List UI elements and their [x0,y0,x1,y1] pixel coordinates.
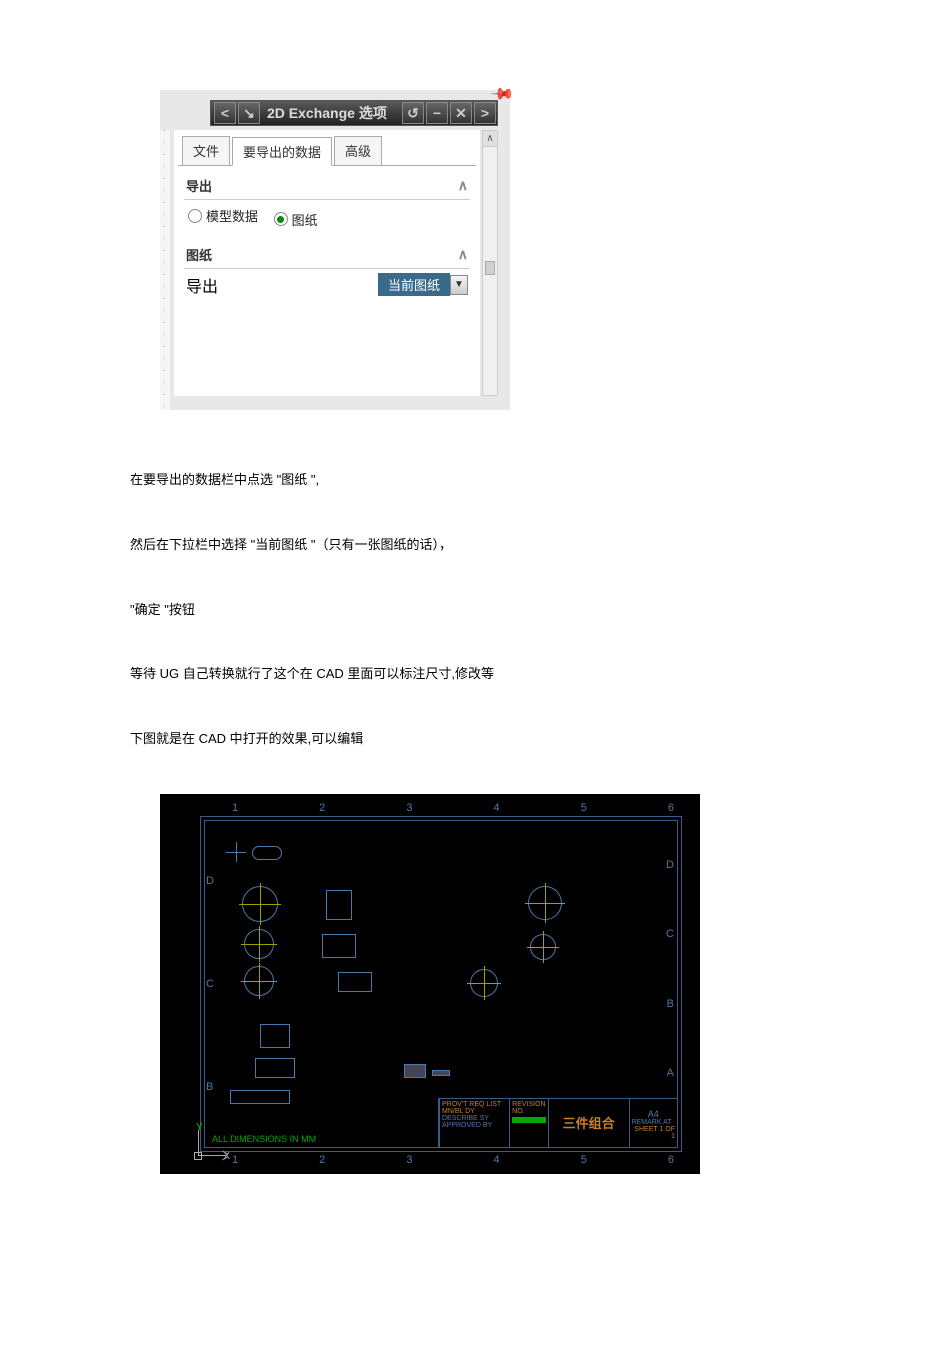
cad-part [244,966,274,996]
nav-dropdown-button[interactable]: ↘ [238,102,260,124]
cad-part [255,1058,295,1078]
title-block: PROV'T REQ LIST MN/BL DY DESCRIBE SY APP… [438,1098,678,1148]
cad-part [338,972,372,992]
paragraph-1: 在要导出的数据栏中点选 "图纸 ", [130,470,820,491]
cad-part [242,886,278,922]
drawing-title-chinese: 三件组合 [548,1099,629,1147]
scroll-up-icon[interactable]: ∧ [483,131,497,147]
close-button[interactable]: ✕ [450,102,472,124]
dialog-screenshot: 📌 < ↘ 2D Exchange 选项 ↺ − ✕ > ∧ 文件 要导出的数据… [160,90,510,410]
cad-part [528,886,562,920]
tab-file[interactable]: 文件 [182,136,230,165]
ruler-left [160,130,170,410]
cad-part [432,1070,450,1076]
radio-model-data-label: 模型数据 [206,206,258,225]
minimize-button[interactable]: − [426,102,448,124]
col-labels-bottom: 123456 [232,1154,674,1166]
radio-icon-selected [274,212,288,226]
paragraph-4: 等待 UG 自己转换就行了这个在 CAD 里面可以标注尺寸,修改等 [130,664,820,685]
cad-part [230,1090,290,1104]
cad-part [404,1064,426,1078]
col-labels-top: 123456 [232,802,674,814]
cad-screenshot: 123456 123456 DCB DCBA PROV'T REQ LIST M… [160,794,700,1174]
ucs-icon: Y X [188,1122,230,1164]
dialog-titlebar: < ↘ 2D Exchange 选项 ↺ − ✕ > [210,100,498,126]
radio-drawing[interactable]: 图纸 [274,210,318,229]
chevron-up-icon[interactable]: ∧ [458,177,468,194]
crosshair-icon [226,842,246,862]
green-bar [512,1117,545,1123]
cad-part [322,934,356,958]
dialog-title: 2D Exchange 选项 [261,103,401,123]
tab-export-data[interactable]: 要导出的数据 [232,137,332,166]
chevron-down-icon[interactable]: ▼ [450,275,468,295]
cad-part [244,929,274,959]
tabs: 文件 要导出的数据 高级 [178,134,476,166]
radio-icon [188,209,202,223]
cad-part [260,1024,290,1048]
section-export-title: 导出 [186,176,212,195]
radio-model-data[interactable]: 模型数据 [188,206,258,225]
nav-next-button[interactable]: > [474,102,496,124]
dropdown-value: 当前图纸 [378,273,450,296]
sheet-dropdown[interactable]: 当前图纸 ▼ [378,273,468,296]
undo-button[interactable]: ↺ [402,102,424,124]
section-sheet-title: 图纸 [186,245,212,264]
nav-prev-button[interactable]: < [214,102,236,124]
radio-drawing-label: 图纸 [292,210,318,229]
paragraph-3: "确定 "按钮 [130,600,820,621]
cad-part [530,934,556,960]
cad-part [470,969,498,997]
scrollbar[interactable]: ∧ [482,130,498,396]
paragraph-5: 下图就是在 CAD 中打开的效果,可以编辑 [130,729,820,750]
paragraph-2: 然后在下拉栏中选择 "当前图纸 "（只有一张图纸的话）， [130,535,820,556]
scroll-thumb[interactable] [485,261,495,275]
export-row-label: 导出 [186,273,218,297]
tab-advanced[interactable]: 高级 [334,136,382,165]
cad-part [326,890,352,920]
cad-part [252,846,282,860]
dialog-body: 文件 要导出的数据 高级 导出 ∧ 模型数据 图纸 [174,130,480,396]
section-sheet: 图纸 ∧ 导出 当前图纸 ▼ [184,241,470,301]
section-export: 导出 ∧ 模型数据 图纸 [184,172,470,235]
chevron-up-icon[interactable]: ∧ [458,246,468,263]
